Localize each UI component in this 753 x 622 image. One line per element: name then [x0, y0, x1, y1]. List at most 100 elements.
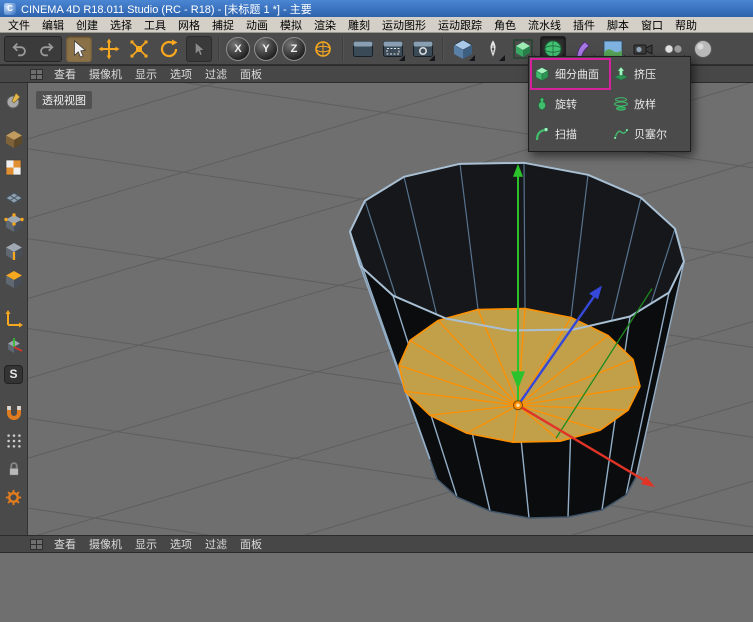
viewport-solo-button[interactable]: S [2, 362, 26, 386]
rotate-icon [158, 38, 180, 60]
sky-button[interactable] [690, 36, 716, 62]
render-menu[interactable]: 渲染 [308, 17, 342, 33]
toolbar-separator [442, 37, 444, 61]
model-mode-button[interactable] [2, 127, 26, 151]
pipeline-menu[interactable]: 流水线 [522, 17, 567, 33]
popup-item-sweep[interactable]: 扫描 [531, 119, 610, 149]
undo-icon [11, 40, 29, 58]
coordinate-globe-icon [312, 38, 334, 60]
popup-item-subdivision-surface[interactable]: 细分曲面 [531, 59, 610, 89]
options-menu[interactable]: 选项 [170, 66, 192, 82]
redo-icon [37, 40, 55, 58]
axis-mode-button[interactable] [2, 306, 26, 330]
cameras-menu[interactable]: 摄像机 [89, 66, 122, 82]
move-icon [98, 38, 120, 60]
workplane-mode-button[interactable] [2, 183, 26, 207]
render-view-button[interactable] [350, 36, 376, 62]
mesh-menu[interactable]: 网格 [172, 17, 206, 33]
panel-menu-bottom[interactable]: 面板 [240, 536, 262, 552]
object-axis-button[interactable] [2, 334, 26, 358]
mograph-menu[interactable]: 运动图形 [376, 17, 432, 33]
character-menu[interactable]: 角色 [488, 17, 522, 33]
filter-menu[interactable]: 过滤 [205, 66, 227, 82]
snap-button[interactable] [2, 401, 26, 425]
y-axis-lock[interactable]: Y [254, 37, 278, 61]
primitive-cube-button[interactable] [450, 36, 476, 62]
display-menu-bottom[interactable]: 显示 [135, 536, 157, 552]
view-menu-bottom[interactable]: 查看 [54, 536, 76, 552]
render-region-icon [382, 38, 404, 60]
scale-tool[interactable] [126, 36, 152, 62]
redo-button[interactable] [34, 38, 58, 60]
create-menu[interactable]: 创建 [70, 17, 104, 33]
snap-settings-button[interactable] [2, 485, 26, 509]
popup-item-extrude[interactable]: 挤压 [610, 59, 690, 89]
polygons-mode-button[interactable] [2, 267, 26, 291]
motion-tracker-menu[interactable]: 运动跟踪 [432, 17, 488, 33]
left-palette: S [0, 83, 28, 535]
snap-menu[interactable]: 捕捉 [206, 17, 240, 33]
magnet-icon [4, 403, 24, 423]
move-tool[interactable] [96, 36, 122, 62]
live-selection-tool[interactable] [66, 36, 92, 62]
coordinate-system-toggle[interactable] [310, 36, 336, 62]
texture-mode-icon [4, 158, 23, 177]
gear-icon [4, 488, 23, 507]
make-editable-button[interactable] [2, 88, 26, 112]
workplane-mode-icon [4, 185, 24, 205]
last-tool-icon [191, 41, 207, 57]
plugins-menu[interactable]: 插件 [567, 17, 601, 33]
render-settings-button[interactable] [410, 36, 436, 62]
spline-pen-button[interactable] [480, 36, 506, 62]
bottom-viewport[interactable] [0, 553, 753, 622]
texture-mode-button[interactable] [2, 155, 26, 179]
panel-menu[interactable]: 面板 [240, 66, 262, 82]
edges-mode-button[interactable] [2, 239, 26, 263]
popup-item-label: 挤压 [634, 66, 656, 82]
origin-point-core [516, 403, 520, 407]
sculpt-menu[interactable]: 雕刻 [342, 17, 376, 33]
simulate-menu[interactable]: 模拟 [274, 17, 308, 33]
help-menu[interactable]: 帮助 [669, 17, 703, 33]
undo-button[interactable] [8, 38, 32, 60]
generator-popup: 细分曲面 挤压 旋转 放样 扫描 贝塞尔 [528, 56, 691, 152]
filter-menu-bottom[interactable]: 过滤 [205, 536, 227, 552]
points-mode-button[interactable] [2, 211, 26, 235]
script-menu[interactable]: 脚本 [601, 17, 635, 33]
popup-item-label: 细分曲面 [555, 66, 599, 82]
popup-item-label: 旋转 [555, 96, 577, 112]
edit-menu[interactable]: 编辑 [36, 17, 70, 33]
make-editable-icon [4, 90, 24, 110]
last-tool-used[interactable] [186, 36, 212, 62]
tools-menu[interactable]: 工具 [138, 17, 172, 33]
options-menu-bottom[interactable]: 选项 [170, 536, 192, 552]
pen-icon [482, 38, 504, 60]
display-menu[interactable]: 显示 [135, 66, 157, 82]
window-menu[interactable]: 窗口 [635, 17, 669, 33]
scale-icon [128, 38, 150, 60]
workplane-lock-button[interactable] [2, 457, 26, 481]
panel-grid-glyph [30, 539, 43, 550]
z-axis-lock[interactable]: Z [282, 37, 306, 61]
subdivision-surface-icon [534, 66, 550, 82]
app-icon: C [4, 3, 16, 15]
render-settings-icon [412, 38, 434, 60]
popup-item-lathe[interactable]: 旋转 [531, 89, 610, 119]
toolbar-separator [342, 37, 344, 61]
file-menu[interactable]: 文件 [2, 17, 36, 33]
toolbar-separator [218, 37, 220, 61]
popup-item-loft[interactable]: 放样 [610, 89, 690, 119]
view-label[interactable]: 透视视图 [36, 91, 92, 109]
animate-menu[interactable]: 动画 [240, 17, 274, 33]
x-axis-lock[interactable]: X [226, 37, 250, 61]
popup-item-bezier[interactable]: 贝塞尔 [610, 119, 690, 149]
render-region-button[interactable] [380, 36, 406, 62]
panel-layout-icon[interactable] [30, 69, 43, 80]
quantize-button[interactable] [2, 429, 26, 453]
select-menu[interactable]: 选择 [104, 17, 138, 33]
panel-grid-glyph [30, 69, 43, 80]
panel-layout-icon-bottom[interactable] [30, 539, 43, 550]
rotate-tool[interactable] [156, 36, 182, 62]
view-menu[interactable]: 查看 [54, 66, 76, 82]
cameras-menu-bottom[interactable]: 摄像机 [89, 536, 122, 552]
